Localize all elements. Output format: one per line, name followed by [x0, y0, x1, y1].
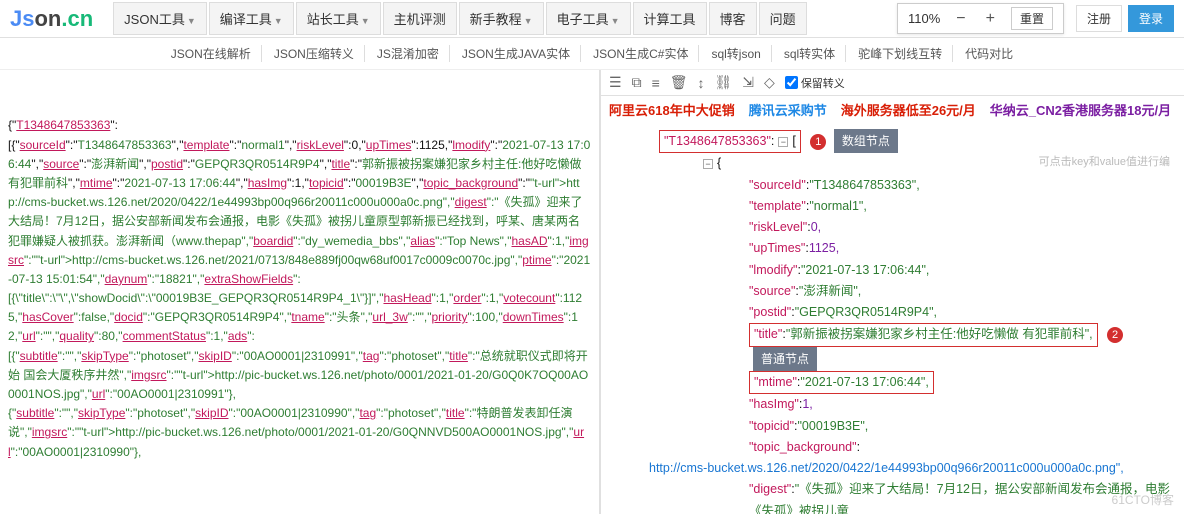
subnav-sql-json[interactable]: sql转json: [701, 45, 771, 62]
nav-blog[interactable]: 博客: [709, 2, 757, 35]
main-nav: JSON工具▼ 编译工具▼ 站长工具▼ 主机评测 新手教程▼ 电子工具▼ 计算工…: [113, 2, 897, 35]
badge-2: 2: [1107, 327, 1123, 343]
watermark: 61CTO博客: [1112, 491, 1174, 508]
mtime-box[interactable]: "mtime":"2021-07-13 17:06:44",: [749, 371, 934, 394]
ad-2[interactable]: 腾讯云采购节: [749, 100, 827, 119]
subnav-camel-case[interactable]: 驼峰下划线互转: [848, 45, 953, 62]
sub-nav: JSON在线解析 JSON压缩转义 JS混淆加密 JSON生成JAVA实体 JS…: [0, 38, 1184, 70]
compress-icon[interactable]: ⇲: [742, 74, 754, 91]
link-icon[interactable]: ⛓: [715, 74, 733, 91]
badge-1: 1: [810, 134, 826, 150]
subnav-json-compress[interactable]: JSON压缩转义: [264, 45, 365, 62]
layers-icon[interactable]: ☰: [609, 74, 622, 91]
logo-part-1: Js: [10, 6, 34, 31]
logo[interactable]: Json.cn: [10, 6, 93, 32]
main-split: {"T1348647853363": [{"sourceId":"T134864…: [0, 70, 1184, 514]
subnav-code-diff[interactable]: 代码对比: [955, 45, 1023, 62]
subnav-js-obfuscate[interactable]: JS混淆加密: [367, 45, 450, 62]
code-icon[interactable]: ◇: [764, 74, 775, 91]
title-key-box[interactable]: "title":"郭新振被拐案嫌犯家乡村主任:他好吃懒做 有犯罪前科",: [749, 323, 1098, 346]
login-button[interactable]: 登录: [1128, 5, 1174, 32]
subnav-json-parse[interactable]: JSON在线解析: [161, 45, 262, 62]
zoom-in-button[interactable]: +: [982, 10, 999, 28]
nav-e-tools[interactable]: 电子工具▼: [546, 2, 631, 35]
tree-toolbar: ☰ ⧉ ≡ 🗑 ↕ ⛓ ⇲ ◇ 保留转义: [601, 70, 1184, 96]
collapse-toggle-icon[interactable]: −: [703, 159, 713, 169]
logo-part-3: .cn: [61, 6, 93, 31]
nav-tutorial[interactable]: 新手教程▼: [459, 2, 544, 35]
zoom-reset-button[interactable]: 重置: [1011, 7, 1053, 30]
zoom-widget: 110% − + 重置: [897, 3, 1064, 34]
nav-compile-tools[interactable]: 编译工具▼: [209, 2, 294, 35]
raw-json-text[interactable]: {"T1348647853363": [{"sourceId":"T134864…: [8, 116, 591, 461]
nav-calc-tools[interactable]: 计算工具: [633, 2, 707, 35]
keep-escape-checkbox[interactable]: 保留转义: [785, 75, 845, 91]
array-node-label: 数组节点: [834, 129, 898, 153]
normal-node-label: 普通节点: [753, 347, 817, 371]
auth-buttons: 注册 登录: [1076, 5, 1174, 32]
ads-row: 阿里云618年中大促销 腾讯云采购节 海外服务器低至26元/月 华纳云_CN2香…: [601, 96, 1184, 123]
root-key-box[interactable]: "T1348647853363":−[: [659, 130, 801, 153]
ad-3[interactable]: 海外服务器低至26元/月: [841, 100, 976, 119]
collapse-toggle-icon[interactable]: −: [778, 137, 788, 147]
copy-icon[interactable]: ⧉: [632, 74, 642, 91]
subnav-json-csharp[interactable]: JSON生成C#实体: [583, 45, 699, 62]
logo-part-2: on: [34, 6, 61, 31]
subnav-sql-entity[interactable]: sql转实体: [774, 45, 846, 62]
indent-icon[interactable]: ≡: [652, 75, 660, 91]
ad-4[interactable]: 华纳云_CN2香港服务器18元/月: [990, 100, 1171, 119]
zoom-out-button[interactable]: −: [952, 10, 969, 28]
top-bar: Json.cn JSON工具▼ 编译工具▼ 站长工具▼ 主机评测 新手教程▼ 电…: [0, 0, 1184, 38]
raw-json-pane[interactable]: {"T1348647853363": [{"sourceId":"T134864…: [0, 70, 601, 514]
ad-1[interactable]: 阿里云618年中大促销: [609, 100, 735, 119]
zoom-value: 110%: [908, 11, 940, 26]
register-button[interactable]: 注册: [1076, 5, 1122, 32]
nav-host-review[interactable]: 主机评测: [383, 2, 457, 35]
nav-question[interactable]: 问题: [759, 2, 807, 35]
json-tree[interactable]: "T1348647853363":−[ 1 数组节点 −{可点击key和valu…: [601, 123, 1184, 514]
nav-json-tools[interactable]: JSON工具▼: [113, 2, 207, 35]
edit-hint: 可点击key和value值进行编: [1039, 153, 1170, 172]
delete-icon[interactable]: 🗑: [670, 74, 688, 91]
tree-pane: ☰ ⧉ ≡ 🗑 ↕ ⛓ ⇲ ◇ 保留转义 阿里云618年中大促销 腾讯云采购节 …: [601, 70, 1184, 514]
background-url[interactable]: http://cms-bucket.ws.126.net/2020/0422/1…: [649, 461, 1124, 475]
collapse-icon[interactable]: ↕: [698, 75, 705, 91]
subnav-json-java[interactable]: JSON生成JAVA实体: [452, 45, 581, 62]
nav-webmaster-tools[interactable]: 站长工具▼: [296, 2, 381, 35]
